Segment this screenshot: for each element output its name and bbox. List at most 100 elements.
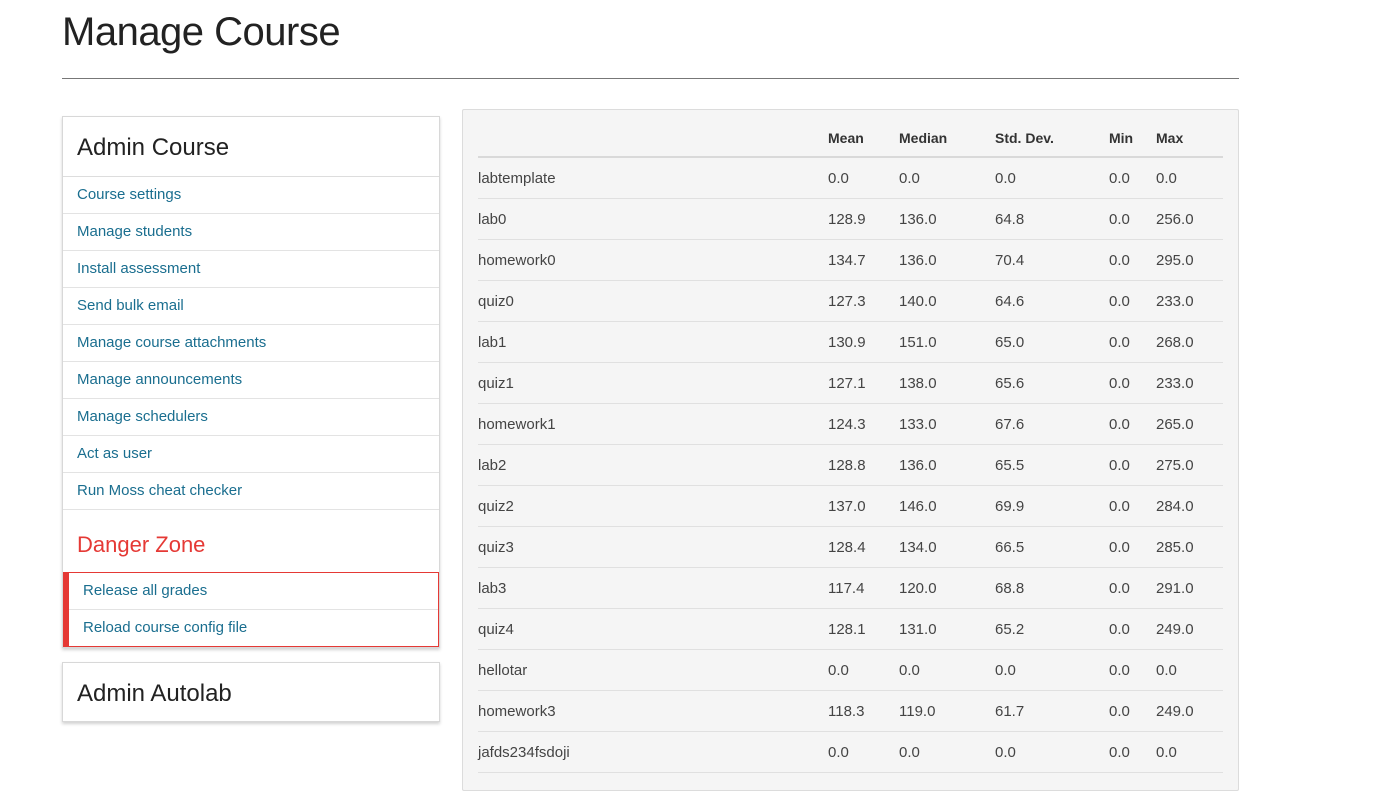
mean-cell: 118.3: [828, 690, 899, 732]
mean-cell: 128.8: [828, 444, 899, 486]
std-dev-cell: 0.0: [995, 157, 1109, 199]
assessment-name-cell: lab2: [478, 444, 828, 486]
median-cell: 0.0: [899, 649, 995, 691]
max-cell: 295.0: [1156, 239, 1223, 281]
min-cell: 0.0: [1109, 239, 1156, 281]
mean-cell: 134.7: [828, 239, 899, 281]
std-dev-cell: 69.9: [995, 485, 1109, 527]
title-divider: [62, 78, 1239, 79]
median-cell: 138.0: [899, 362, 995, 404]
assessment-name-cell: quiz0: [478, 280, 828, 322]
min-cell: 0.0: [1109, 649, 1156, 691]
course-settings-link[interactable]: Course settings: [63, 177, 439, 214]
std-dev-cell: 68.8: [995, 567, 1109, 609]
median-cell: 146.0: [899, 485, 995, 527]
page-title: Manage Course: [62, 10, 341, 54]
min-cell: 0.0: [1109, 444, 1156, 486]
table-row: quiz4 128.1 131.0 65.2 0.0 249.0: [478, 608, 1223, 650]
median-cell: 0.0: [899, 731, 995, 773]
min-cell: 0.0: [1109, 403, 1156, 445]
assessment-stats-panel: Mean Median Std. Dev. Min Max labtemplat…: [462, 109, 1239, 791]
admin-course-title: Admin Course: [63, 117, 439, 177]
assessment-name-cell: homework1: [478, 403, 828, 445]
std-dev-cell: 65.6: [995, 362, 1109, 404]
std-dev-cell: 64.6: [995, 280, 1109, 322]
header-max: Max: [1156, 120, 1223, 158]
mean-cell: 127.1: [828, 362, 899, 404]
table-row: jafds234fsdoji 0.0 0.0 0.0 0.0 0.0: [478, 731, 1223, 773]
std-dev-cell: 70.4: [995, 239, 1109, 281]
header-std-dev: Std. Dev.: [995, 120, 1109, 158]
manage-course-attachments-link[interactable]: Manage course attachments: [63, 325, 439, 362]
max-cell: 233.0: [1156, 362, 1223, 404]
header-assessment: [478, 120, 828, 158]
assessment-name-cell: homework3: [478, 690, 828, 732]
mean-cell: 127.3: [828, 280, 899, 322]
assessment-name-cell: lab3: [478, 567, 828, 609]
assessment-name-cell: quiz1: [478, 362, 828, 404]
max-cell: 249.0: [1156, 608, 1223, 650]
table-row: lab3 117.4 120.0 68.8 0.0 291.0: [478, 567, 1223, 609]
manage-schedulers-link[interactable]: Manage schedulers: [63, 399, 439, 436]
median-cell: 133.0: [899, 403, 995, 445]
send-bulk-email-link[interactable]: Send bulk email: [63, 288, 439, 325]
max-cell: 284.0: [1156, 485, 1223, 527]
admin-autolab-title[interactable]: Admin Autolab: [63, 663, 439, 708]
min-cell: 0.0: [1109, 567, 1156, 609]
median-cell: 0.0: [899, 157, 995, 199]
manage-students-link[interactable]: Manage students: [63, 214, 439, 251]
min-cell: 0.0: [1109, 157, 1156, 199]
max-cell: 249.0: [1156, 690, 1223, 732]
mean-cell: 137.0: [828, 485, 899, 527]
max-cell: 0.0: [1156, 731, 1223, 773]
median-cell: 120.0: [899, 567, 995, 609]
max-cell: 268.0: [1156, 321, 1223, 363]
std-dev-cell: 0.0: [995, 731, 1109, 773]
min-cell: 0.0: [1109, 198, 1156, 240]
max-cell: 291.0: [1156, 567, 1223, 609]
assessment-name-cell: quiz4: [478, 608, 828, 650]
install-assessment-link[interactable]: Install assessment: [63, 251, 439, 288]
admin-course-card: Admin Course Course settings Manage stud…: [62, 116, 440, 648]
min-cell: 0.0: [1109, 280, 1156, 322]
std-dev-cell: 67.6: [995, 403, 1109, 445]
assessment-name-cell: lab0: [478, 198, 828, 240]
std-dev-cell: 66.5: [995, 526, 1109, 568]
table-row: quiz3 128.4 134.0 66.5 0.0 285.0: [478, 526, 1223, 568]
max-cell: 0.0: [1156, 649, 1223, 691]
std-dev-cell: 61.7: [995, 690, 1109, 732]
median-cell: 136.0: [899, 444, 995, 486]
danger-zone-menu: Release all grades Reload course config …: [63, 572, 439, 647]
manage-announcements-link[interactable]: Manage announcements: [63, 362, 439, 399]
mean-cell: 124.3: [828, 403, 899, 445]
assessment-name-cell: lab1: [478, 321, 828, 363]
header-mean: Mean: [828, 120, 899, 158]
median-cell: 151.0: [899, 321, 995, 363]
reload-course-config-link[interactable]: Reload course config file: [69, 610, 438, 646]
table-row: lab1 130.9 151.0 65.0 0.0 268.0: [478, 321, 1223, 363]
mean-cell: 117.4: [828, 567, 899, 609]
max-cell: 285.0: [1156, 526, 1223, 568]
admin-autolab-card[interactable]: Admin Autolab: [62, 662, 440, 722]
act-as-user-link[interactable]: Act as user: [63, 436, 439, 473]
assessment-name-cell: labtemplate: [478, 157, 828, 199]
release-all-grades-link[interactable]: Release all grades: [69, 573, 438, 610]
median-cell: 134.0: [899, 526, 995, 568]
table-row: hellotar 0.0 0.0 0.0 0.0 0.0: [478, 649, 1223, 691]
assessment-name-cell: hellotar: [478, 649, 828, 691]
min-cell: 0.0: [1109, 485, 1156, 527]
min-cell: 0.0: [1109, 731, 1156, 773]
mean-cell: 130.9: [828, 321, 899, 363]
stats-table-body: labtemplate 0.0 0.0 0.0 0.0 0.0 lab0 128.9 136.0…: [478, 157, 1223, 773]
std-dev-cell: 0.0: [995, 649, 1109, 691]
mean-cell: 128.9: [828, 198, 899, 240]
run-moss-link[interactable]: Run Moss cheat checker: [63, 473, 439, 510]
std-dev-cell: 65.2: [995, 608, 1109, 650]
table-row: lab0 128.9 136.0 64.8 0.0 256.0: [478, 198, 1223, 240]
min-cell: 0.0: [1109, 526, 1156, 568]
mean-cell: 0.0: [828, 649, 899, 691]
std-dev-cell: 65.5: [995, 444, 1109, 486]
median-cell: 140.0: [899, 280, 995, 322]
std-dev-cell: 64.8: [995, 198, 1109, 240]
max-cell: 275.0: [1156, 444, 1223, 486]
